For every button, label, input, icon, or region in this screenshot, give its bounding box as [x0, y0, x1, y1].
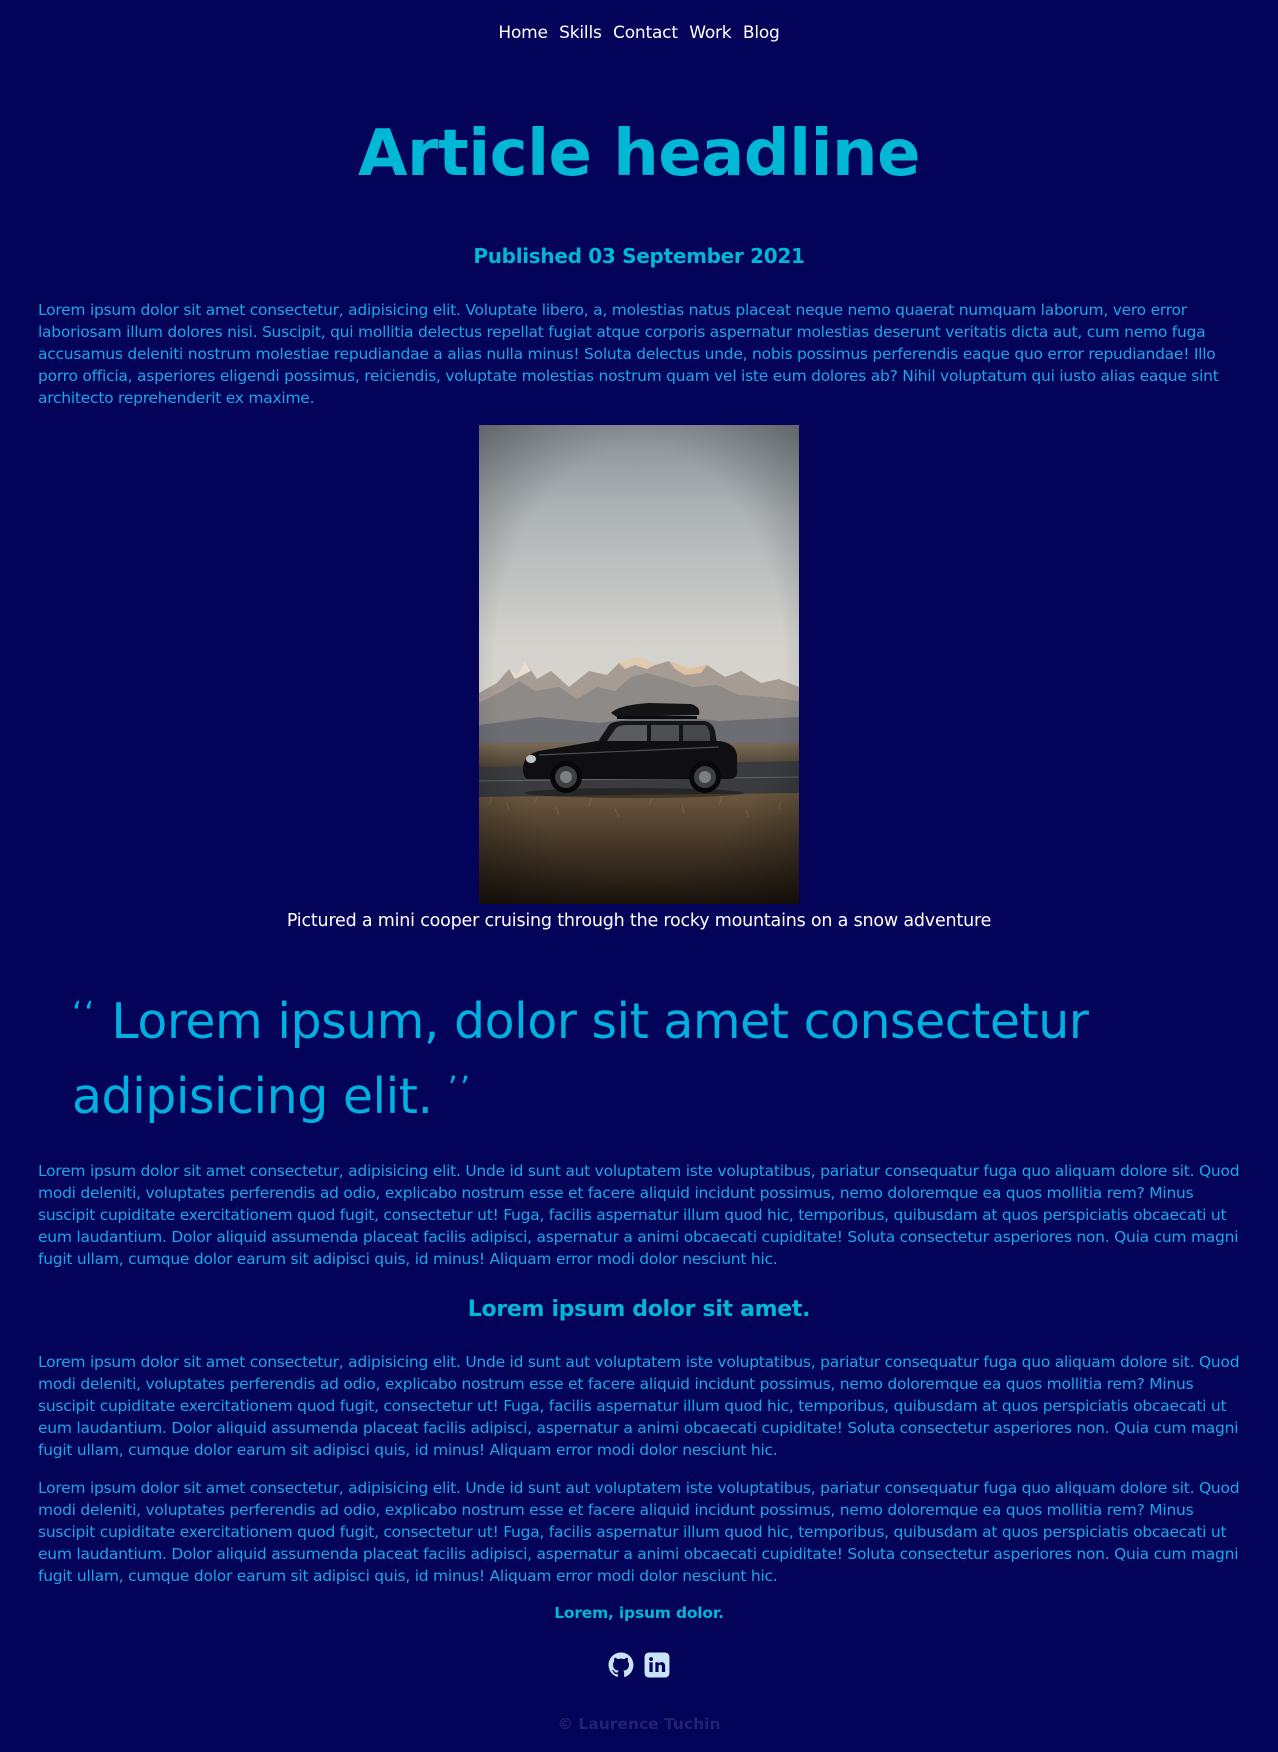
- body-paragraph-4: Lorem ipsum dolor sit amet consectetur, …: [38, 1479, 1240, 1585]
- nav-contact[interactable]: Contact: [613, 23, 678, 43]
- image-caption: Pictured a mini cooper cruising through …: [286, 911, 992, 931]
- linkedin-icon[interactable]: [644, 1652, 670, 1678]
- github-icon[interactable]: [608, 1652, 634, 1678]
- closing-line: Lorem, ipsum dolor.: [554, 1604, 724, 1622]
- article-image: [479, 425, 799, 904]
- top-nav: Home Skills Contact Work Blog: [0, 23, 1278, 43]
- section-subheading: Lorem ipsum dolor sit amet.: [467, 1297, 811, 1322]
- social-links: [0, 1652, 1278, 1678]
- footer-copyright: © Laurence Tuchin: [557, 1715, 721, 1733]
- nav-blog[interactable]: Blog: [743, 23, 780, 43]
- body-paragraph-2: Lorem ipsum dolor sit amet consectetur, …: [38, 1162, 1240, 1268]
- nav-work[interactable]: Work: [689, 23, 731, 43]
- nav-home[interactable]: Home: [498, 23, 548, 43]
- body-paragraph-3: Lorem ipsum dolor sit amet consectetur, …: [38, 1353, 1240, 1459]
- published-date: Published 03 September 2021: [473, 244, 805, 268]
- intro-paragraph: Lorem ipsum dolor sit amet consectetur, …: [38, 301, 1219, 407]
- article-headline: Article headline: [358, 117, 921, 191]
- pull-quote: ‘‘ Lorem ipsum, dolor sit amet consectet…: [72, 980, 1202, 1130]
- quote-text: Lorem ipsum, dolor sit amet consectetur …: [72, 993, 1089, 1125]
- quote-close-mark: ’’: [447, 1069, 472, 1107]
- nav-skills[interactable]: Skills: [559, 23, 602, 43]
- quote-open-mark: ‘‘: [72, 994, 97, 1032]
